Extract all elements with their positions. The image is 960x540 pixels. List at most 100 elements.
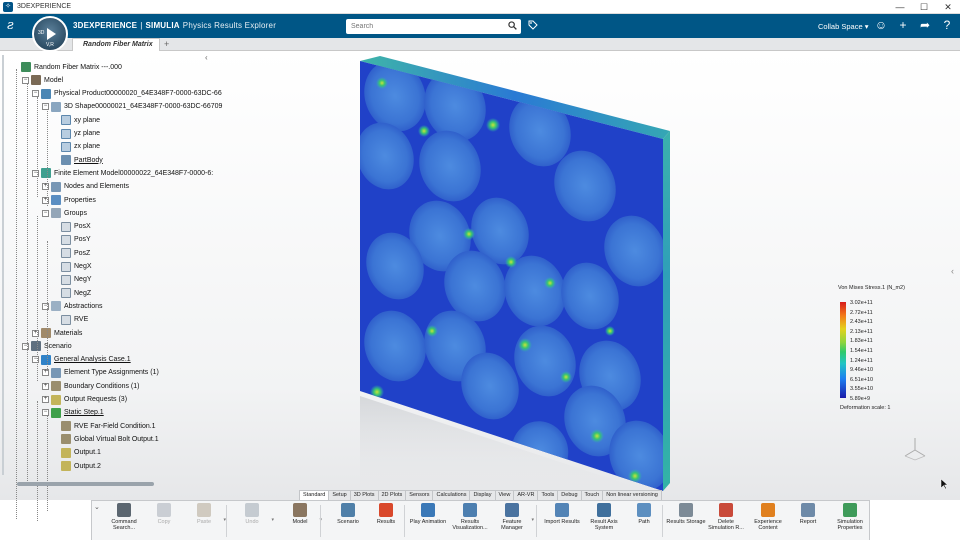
tree-node[interactable]: + Materials [32, 327, 82, 339]
user-icon[interactable]: ☺ [874, 18, 888, 32]
tree-node[interactable]: NegX [52, 261, 92, 273]
axis-triad-icon[interactable] [902, 436, 928, 462]
section-tab[interactable]: Touch [580, 490, 604, 500]
tree-node[interactable]: RVE [52, 314, 88, 326]
tree-node[interactable]: PosZ [52, 247, 90, 259]
action-bar-menu-icon[interactable]: ⌄ [94, 503, 100, 511]
path-button[interactable]: Path [624, 503, 664, 525]
results-button[interactable]: Results [366, 503, 406, 525]
results-visualization-button[interactable]: Results Visualization... [450, 503, 490, 531]
compass-widget[interactable]: 3D V,R [32, 16, 68, 52]
search-icon[interactable] [508, 21, 517, 30]
section-tab[interactable]: 3D Plots [349, 490, 379, 500]
section-tab[interactable]: Tools [537, 490, 559, 500]
collapse-toggle-icon[interactable]: − [42, 209, 49, 217]
tree-node-icon [31, 75, 41, 86]
tree-horizontal-scrollbar[interactable] [17, 482, 154, 486]
collapse-tree-icon[interactable]: ‹ [205, 53, 208, 62]
section-tab[interactable]: AR-VR [513, 490, 539, 500]
copy-button[interactable]: Copy [144, 503, 184, 525]
experience-content-button[interactable]: Experience Content [748, 503, 788, 531]
tree-node[interactable]: NegZ [52, 287, 91, 299]
tree-node[interactable]: − Groups [42, 207, 87, 219]
expand-toggle-icon[interactable]: + [42, 396, 49, 403]
legend-title: Von Mises Stress.1 (N_m2) [838, 285, 905, 291]
tree-node[interactable]: PosY [52, 234, 91, 246]
tree-node[interactable]: + Nodes and Elements [42, 181, 129, 193]
collab-space-dropdown[interactable]: Collab Space ▾ [818, 22, 868, 31]
play-animation-button[interactable]: Play Animation [408, 503, 448, 525]
section-tab[interactable]: Sensors [405, 490, 434, 500]
tree-node[interactable]: yz plane [52, 128, 100, 140]
search-button[interactable]: Command Search... [104, 503, 144, 531]
collapse-toggle-icon[interactable]: − [42, 103, 49, 111]
simulation-properties-button[interactable]: Simulation Properties [830, 503, 870, 531]
tree-node[interactable]: − Abstractions [42, 300, 103, 312]
axis-system-button[interactable]: Result Axis System [584, 503, 624, 531]
tree-node[interactable]: + Properties [42, 194, 96, 206]
tree-node[interactable]: − Finite Element Model00000022_64E348F7-0… [32, 167, 213, 179]
tree-node[interactable]: PartBody [52, 154, 103, 166]
tree-node[interactable]: − 3D Shape00000021_64E348F7-0000-63DC-667… [42, 101, 222, 113]
tree-guide-line [37, 401, 38, 521]
delete-simulation-button[interactable]: Delete Simulation R... [706, 503, 746, 531]
section-tab[interactable]: View [494, 490, 515, 500]
tree-node-icon [41, 88, 51, 99]
tree-node[interactable]: xy plane [52, 114, 100, 126]
maximize-button[interactable]: ☐ [912, 0, 936, 14]
tab-random-fiber-matrix[interactable]: Random Fiber Matrix [72, 38, 160, 51]
tree-node[interactable]: + Boundary Conditions (1) [42, 380, 140, 392]
search-input[interactable] [346, 19, 521, 34]
legend-label: 6.51e+10 [850, 376, 874, 383]
tree-node[interactable]: Output.1 [52, 447, 101, 459]
model-button[interactable]: Model▾ [280, 503, 322, 525]
tree-node[interactable]: − Physical Product00000020_64E348F7-0000-… [32, 88, 222, 100]
add-icon[interactable]: + [896, 18, 910, 32]
results-icon [379, 503, 393, 517]
section-tab[interactable]: Display [469, 490, 496, 500]
section-tab[interactable]: Calculations [432, 490, 471, 500]
tree-node[interactable]: + Element Type Assignments (1) [42, 367, 159, 379]
tree-node[interactable]: Output.2 [52, 460, 101, 472]
scenario-button[interactable]: Scenario [328, 503, 368, 525]
expand-toggle-icon[interactable]: + [42, 382, 49, 390]
feature-manager-button[interactable]: Feature Manager ▾ [492, 503, 534, 531]
tree-node[interactable]: PosX [52, 221, 91, 233]
results-visualization-icon [463, 503, 477, 517]
report-button[interactable]: Report [788, 503, 828, 525]
tree-node[interactable]: zx plane [52, 141, 100, 153]
side-panel-expand-icon[interactable]: ‹ [951, 266, 954, 276]
action-label: Import Results [544, 519, 580, 525]
section-tab[interactable]: Standard [299, 490, 330, 500]
action-label: Results Visualization... [452, 519, 488, 532]
section-tab[interactable]: 2D Plots [377, 490, 407, 500]
undo-button[interactable]: Undo ▾ [232, 503, 274, 525]
minimize-button[interactable]: — [888, 0, 912, 14]
share-icon[interactable]: ➦ [918, 18, 932, 32]
import-results-button[interactable]: Import Results [542, 503, 582, 525]
dassault-logo-icon[interactable]: ƨ [7, 18, 14, 33]
section-tab[interactable]: Debug [557, 490, 582, 500]
close-button[interactable]: ✕ [936, 0, 960, 14]
tree-node[interactable]: Random Fiber Matrix ---.000 [12, 61, 122, 73]
results-storage-button[interactable]: Results Storage [666, 503, 706, 525]
legend-label: 3.02e+11 [850, 300, 873, 306]
action-label: Results [376, 519, 396, 525]
tree-node[interactable]: Global Virtual Bolt Output.1 [52, 433, 159, 445]
window-titlebar: ✧ 3DEXPERIENCE — ☐ ✕ [0, 0, 960, 14]
section-tab[interactable]: Setup [328, 490, 351, 500]
tree-node[interactable]: NegY [52, 274, 92, 286]
action-label: Play Animation [409, 519, 447, 525]
section-tab[interactable]: Non linear versioning [602, 490, 662, 500]
tag-icon[interactable] [528, 20, 538, 30]
paste-button[interactable]: Paste ▾ [184, 503, 226, 525]
tree-node[interactable]: − Model [22, 74, 63, 86]
help-icon[interactable]: ? [940, 18, 954, 32]
tree-node[interactable]: RVE Far-Field Condition.1 [52, 420, 156, 432]
tree-node[interactable]: + Output Requests (3) [42, 394, 127, 406]
tree-node[interactable]: − Static Step.1 [42, 407, 104, 419]
new-tab-button[interactable]: + [164, 39, 169, 49]
dropdown-arrow-icon[interactable]: ▾ [531, 517, 534, 523]
tree-node-label: RVE [74, 316, 89, 324]
dropdown-arrow-icon[interactable]: ▾ [271, 517, 274, 523]
